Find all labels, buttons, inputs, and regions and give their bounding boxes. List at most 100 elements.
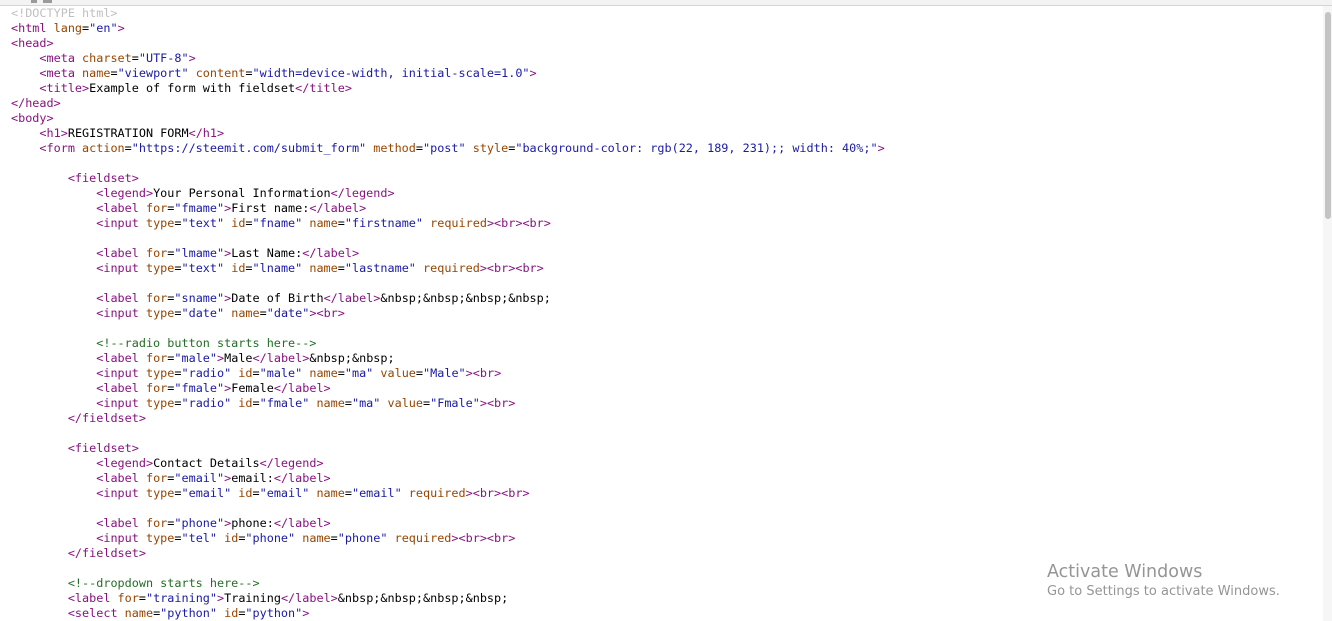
- code-token: "lmame": [174, 246, 225, 260]
- code-token: "training": [145, 591, 218, 605]
- code-token: required: [401, 486, 466, 500]
- code-token: email:: [231, 471, 274, 485]
- code-token: "https://steemit.com/submit_form": [131, 141, 367, 155]
- code-token: ><br><br>: [451, 531, 516, 545]
- code-line: <label for="male">Male</label>&nbsp;&nbs…: [11, 351, 885, 366]
- code-token: <!DOCTYPE html>: [11, 6, 118, 20]
- code-token: name: [302, 216, 338, 230]
- vertical-scrollbar[interactable]: [1323, 6, 1332, 621]
- code-token: <body>: [11, 111, 54, 125]
- toolbar-fragment: [43, 0, 52, 3]
- code-token: =: [344, 396, 352, 410]
- code-token: id: [224, 216, 246, 230]
- code-token: id: [217, 531, 239, 545]
- code-token: for: [110, 591, 139, 605]
- code-token: "email": [259, 486, 310, 500]
- code-token: <label: [96, 381, 139, 395]
- code-line: <input type="text" id="fname" name="firs…: [11, 216, 885, 231]
- code-token: Female: [231, 381, 274, 395]
- code-token: "phone": [337, 531, 388, 545]
- code-token: </label>: [273, 516, 331, 530]
- code-token: id: [224, 261, 246, 275]
- code-line: <input type="text" id="lname" name="last…: [11, 261, 885, 276]
- code-token: ><br>: [465, 366, 502, 380]
- code-token: ><br><br>: [465, 486, 530, 500]
- code-token: type: [138, 396, 175, 410]
- code-token: <form: [39, 141, 75, 155]
- code-token: >: [188, 51, 196, 65]
- code-token: value: [380, 396, 424, 410]
- code-token: =: [252, 366, 260, 380]
- code-token: "python": [160, 606, 217, 620]
- code-token: =: [259, 306, 267, 320]
- code-token: <label: [96, 201, 139, 215]
- code-token: =: [245, 216, 253, 230]
- code-token: </label>: [280, 591, 338, 605]
- activate-windows-watermark: Activate Windows Go to Settings to activ…: [1047, 561, 1280, 601]
- code-token: =: [337, 261, 345, 275]
- code-token: name: [117, 606, 154, 620]
- code-token: </label>: [302, 246, 360, 260]
- code-token: =: [344, 486, 352, 500]
- code-token: for: [138, 351, 168, 365]
- code-token: >: [302, 606, 310, 620]
- code-token: <input: [96, 261, 139, 275]
- code-token: Example of form with fieldset: [89, 81, 296, 95]
- code-token: type: [138, 531, 175, 545]
- code-token: </fieldset>: [67, 411, 146, 425]
- code-token: name: [309, 396, 345, 410]
- code-token: <label: [96, 516, 139, 530]
- code-token: name: [302, 366, 338, 380]
- code-token: =: [245, 66, 253, 80]
- watermark-title: Activate Windows: [1047, 562, 1203, 582]
- code-line: </fieldset>: [11, 411, 885, 426]
- code-token: lang: [46, 21, 83, 35]
- code-token: "background-color: rgb(22, 189, 231);; w…: [515, 141, 878, 155]
- code-token: </label>: [309, 201, 367, 215]
- code-token: </legend>: [330, 186, 395, 200]
- code-token: "python": [245, 606, 303, 620]
- code-token: charset: [74, 51, 132, 65]
- code-token: "fmale": [174, 381, 225, 395]
- scrollbar-thumb[interactable]: [1325, 12, 1331, 219]
- code-token: id: [217, 606, 239, 620]
- code-token: =: [330, 531, 338, 545]
- code-line: <label for="lmame">Last Name:</label>: [11, 246, 885, 261]
- code-line: <legend>Your Personal Information</legen…: [11, 186, 885, 201]
- code-line: <label for="fmame">First name:</label>: [11, 201, 885, 216]
- code-token: for: [138, 516, 168, 530]
- code-token: Training: [224, 591, 281, 605]
- code-token: type: [138, 306, 175, 320]
- code-token: <label: [67, 591, 111, 605]
- code-line: <head>: [11, 36, 885, 51]
- code-token: required: [387, 531, 452, 545]
- code-line: <!DOCTYPE html>: [11, 6, 885, 21]
- code-token: "radio": [181, 396, 232, 410]
- code-token: <title>: [39, 81, 90, 95]
- code-token: &nbsp;&nbsp;&nbsp;&nbsp;: [380, 291, 551, 305]
- code-line: <title>Example of form with fieldset</ti…: [11, 81, 885, 96]
- code-token: =: [252, 486, 260, 500]
- code-token: =: [131, 51, 139, 65]
- code-token: "en": [89, 21, 118, 35]
- code-token: "fmale": [259, 396, 310, 410]
- code-token: </title>: [295, 81, 352, 95]
- code-line: <fieldset>: [11, 441, 885, 456]
- code-token: ><br>: [479, 396, 516, 410]
- source-viewer: <!DOCTYPE html> <html lang="en"> <head> <m…: [0, 0, 1332, 621]
- code-token: "email": [181, 486, 232, 500]
- code-token: "post": [422, 141, 466, 155]
